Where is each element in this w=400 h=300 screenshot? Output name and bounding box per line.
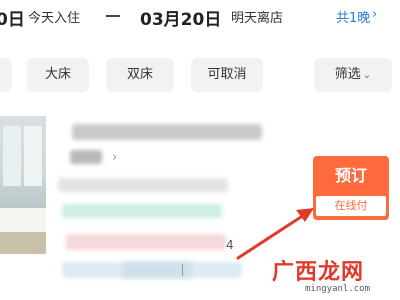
window-pane	[24, 126, 42, 186]
watermark-url: mingyanl.com	[305, 284, 371, 294]
checkin-date[interactable]: 0日	[0, 5, 25, 30]
filter-chip-twin-bed[interactable]: 双床	[106, 58, 174, 92]
bed-area	[0, 208, 46, 232]
checkout-label: 明天离店	[231, 11, 284, 26]
chevron-right-icon: ›	[112, 150, 118, 165]
room-info-blurred	[58, 178, 228, 192]
window-pane	[3, 126, 21, 186]
date-separator	[106, 15, 120, 17]
chevron-down-icon: ⌄	[362, 70, 372, 81]
floor-area	[0, 232, 46, 254]
filter-chip-cancellable[interactable]: 可取消	[191, 58, 263, 92]
date-bar[interactable]: 0日 今天入住 03月20日 明天离店 共1晚 ›	[0, 0, 400, 32]
filter-chip-king-bed[interactable]: 大床	[27, 58, 89, 92]
book-button[interactable]: 预订 在线付	[313, 156, 389, 220]
room-price-blurred	[66, 234, 226, 250]
chevron-right-icon: ›	[372, 7, 378, 22]
checkin-label: 今天入住	[28, 11, 81, 26]
checkout-date[interactable]: 03月20日	[140, 5, 221, 30]
room-photo[interactable]	[0, 116, 46, 254]
filter-button[interactable]: 筛选 ⌄	[314, 58, 392, 92]
filter-label: 筛选	[334, 67, 361, 82]
room-title-blurred[interactable]	[72, 124, 262, 140]
book-label: 预订	[334, 166, 367, 185]
pay-online-label: 在线付	[316, 196, 386, 216]
room-tags-blurred	[62, 204, 222, 218]
nights-count-button[interactable]: 共1晚	[336, 7, 370, 26]
filter-chip-partial[interactable]	[0, 58, 12, 92]
watermark-text: 广西龙网	[272, 260, 365, 285]
room-title-blurred-line2	[70, 150, 102, 164]
divider	[182, 264, 183, 276]
price-tail-digit: 4	[226, 238, 234, 252]
filter-chips: 大床 双床 可取消 筛选 ⌄	[0, 54, 400, 94]
